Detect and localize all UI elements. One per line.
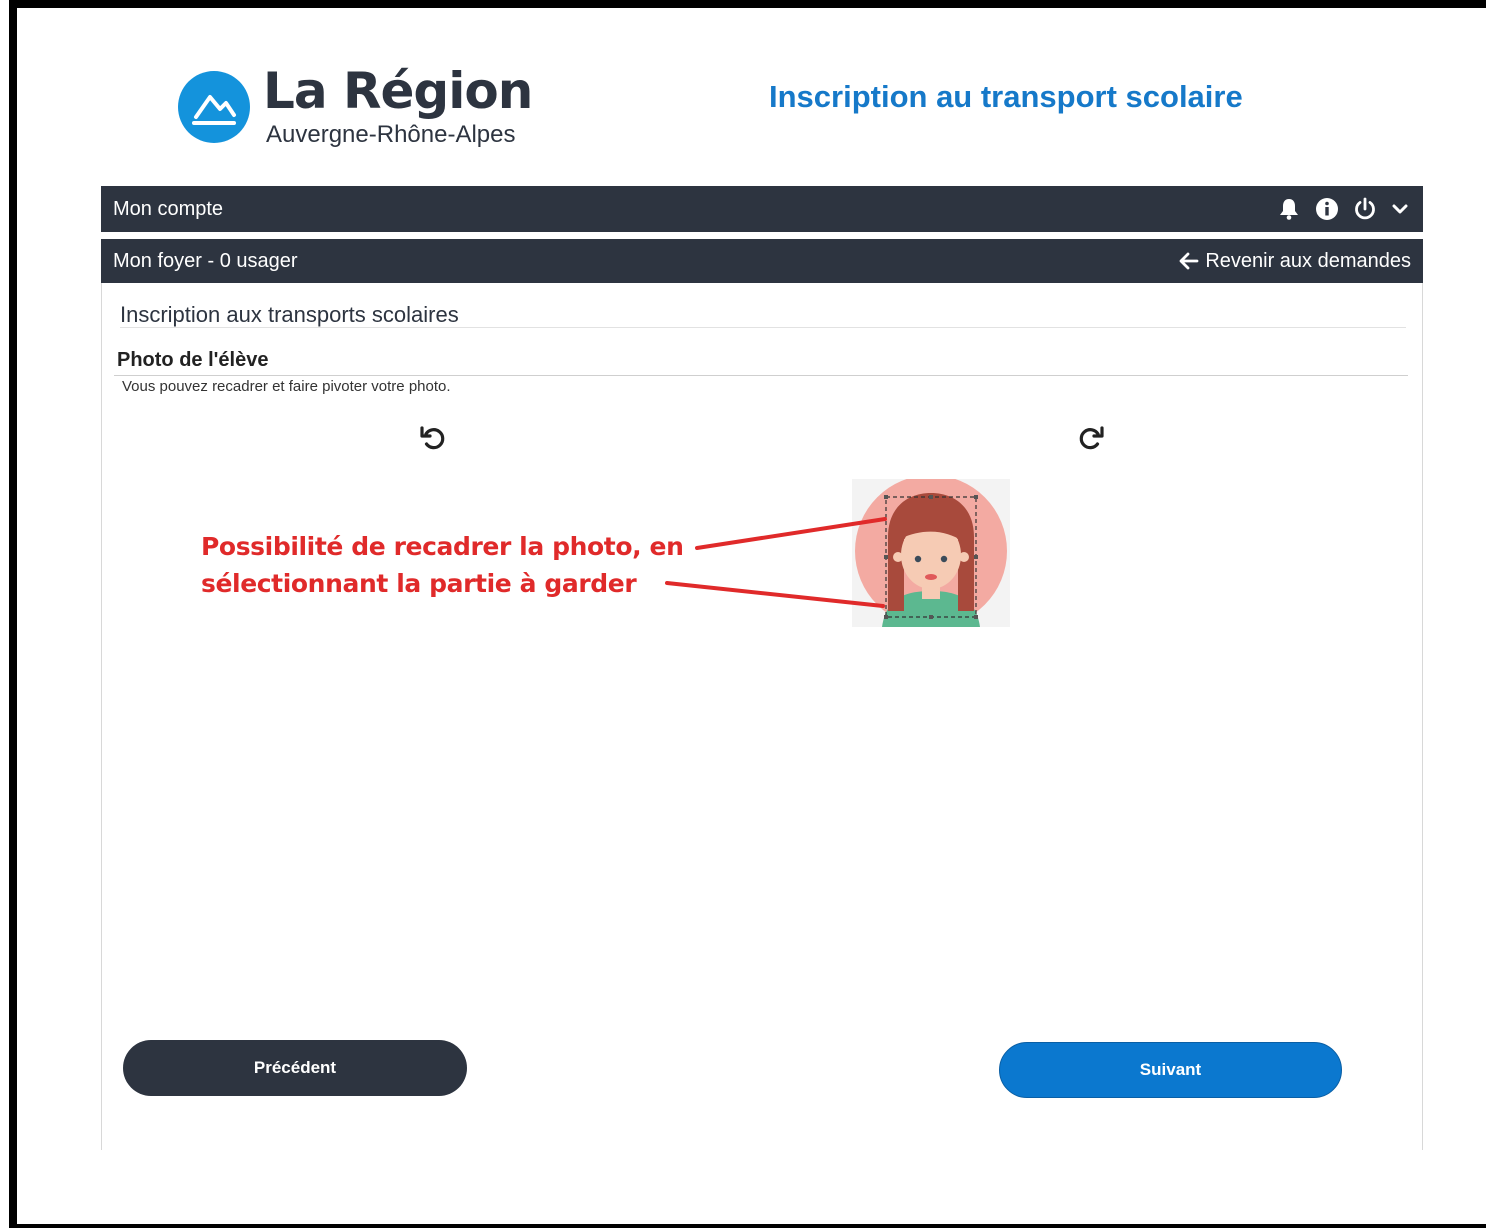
annotation-arrows	[665, 517, 887, 608]
